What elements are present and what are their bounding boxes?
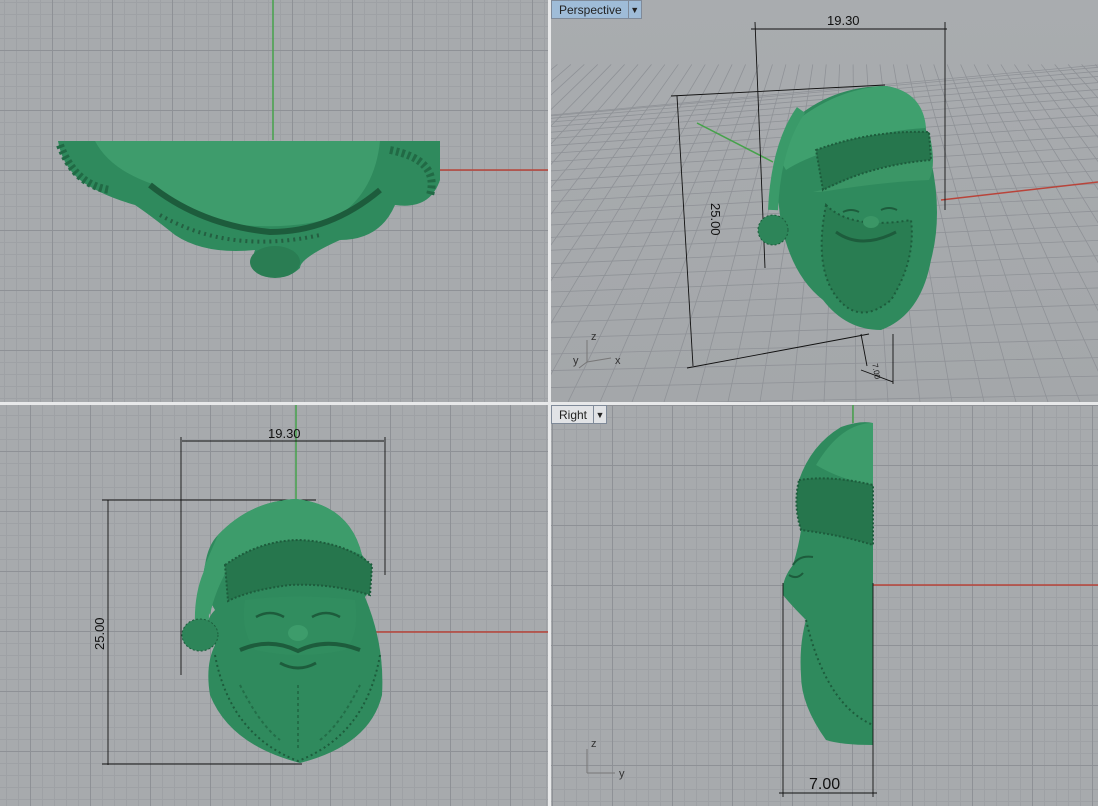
viewport-label-right[interactable]: Right ▼ (551, 405, 608, 424)
viewport-divider-horizontal[interactable] (0, 402, 1098, 405)
gizmo-z-label: z (591, 738, 597, 750)
dropdown-arrow-icon[interactable]: ▼ (627, 1, 641, 18)
dim-width-label: 19.30 (827, 13, 860, 28)
santa-model-top (56, 141, 440, 278)
viewport-front[interactable]: 19.30 25.00 (0, 405, 548, 806)
viewport-title: Perspective (559, 2, 622, 17)
gizmo-y-label: y (573, 355, 579, 367)
viewport-title: Right (559, 407, 588, 422)
dim-width-label: 19.30 (268, 426, 301, 441)
dim-depth-label: 7.00 (809, 776, 840, 793)
dim-height-label: 25.00 (708, 203, 723, 236)
viewport-right[interactable]: Right ▼ 7.00 z y (551, 405, 1098, 806)
right-view-canvas: 7.00 z y (586, 405, 1098, 797)
viewport-label-perspective[interactable]: Perspective ▼ (551, 0, 642, 19)
axis-gizmo-icon: z y (586, 738, 625, 780)
viewport-top[interactable] (0, 0, 548, 402)
viewport-perspective[interactable]: Perspective ▼ 19.30 25.00 7.00 x z y (551, 0, 1098, 402)
gizmo-x-label: x (615, 355, 621, 367)
front-view-canvas: 19.30 25.00 (92, 405, 548, 765)
top-view-canvas (56, 0, 548, 278)
santa-model-right (782, 422, 874, 745)
dim-height-label: 25.00 (92, 617, 107, 650)
gizmo-y-label: y (619, 768, 625, 780)
santa-model-front (181, 499, 383, 763)
perspective-canvas: 19.30 25.00 7.00 x z y (551, 0, 1098, 402)
dropdown-arrow-icon[interactable]: ▼ (593, 406, 606, 423)
gizmo-z-label: z (591, 331, 597, 343)
